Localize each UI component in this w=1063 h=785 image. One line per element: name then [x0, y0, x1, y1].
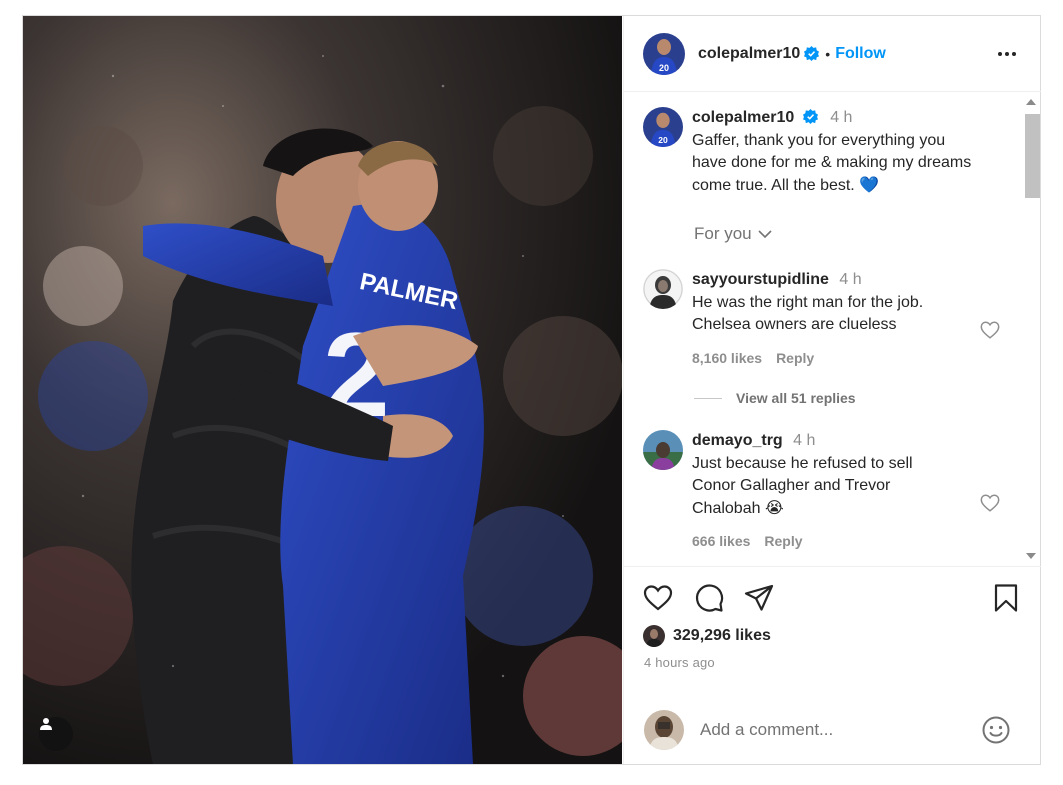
bookmark-icon[interactable] [990, 582, 1022, 614]
comment-input[interactable] [700, 719, 970, 740]
add-comment-bar [624, 695, 1041, 764]
caption-line: come true. All the best. 💙 [692, 176, 880, 194]
comment-text-line: He was the right man for the job. [692, 293, 924, 311]
user-tag-button[interactable] [39, 717, 73, 751]
comment-likes[interactable]: 666 likes [692, 530, 750, 553]
verified-icon [804, 46, 820, 61]
more-options-icon[interactable] [995, 42, 1019, 66]
svg-text:20: 20 [659, 63, 669, 73]
verified-icon [802, 109, 818, 124]
comments-list: 20 colepalmer10 4 h Gaffer, thank you fo… [624, 93, 1041, 566]
follow-button[interactable]: Follow [835, 45, 886, 63]
reply-button[interactable]: Reply [776, 347, 814, 370]
caption-time: 4 h [830, 109, 853, 126]
comment-item: demayo_trg 4 h Just because he refused t… [643, 430, 1003, 553]
commenter-avatar[interactable] [643, 430, 683, 470]
comment-text-line: Just because he refused to sell [692, 454, 913, 472]
post-timestamp: 4 hours ago [644, 655, 715, 670]
reply-button[interactable]: Reply [764, 530, 802, 553]
comment-likes[interactable]: 8,160 likes [692, 347, 762, 370]
comment-icon[interactable] [693, 582, 725, 614]
comment-text-line: Chelsea owners are clueless [692, 316, 897, 333]
comment-text-line: Chalobah 😭 [692, 499, 784, 517]
caption-username[interactable]: colepalmer10 [692, 109, 794, 126]
author-username[interactable]: colepalmer10 [698, 45, 800, 63]
likes-count: 329,296 likes [673, 627, 771, 644]
heart-icon[interactable] [642, 582, 674, 614]
author-avatar[interactable]: 20 [643, 32, 685, 75]
liker-avatar[interactable] [643, 625, 665, 647]
commenter-username[interactable]: sayyourstupidline [692, 271, 829, 288]
caption: 20 colepalmer10 4 h Gaffer, thank you fo… [643, 107, 1003, 197]
comment-time: 4 h [793, 432, 816, 449]
caption-avatar[interactable]: 20 [643, 107, 683, 147]
comments-scrollbar[interactable] [1022, 95, 1040, 563]
scroll-thumb[interactable] [1025, 114, 1040, 198]
divider [694, 397, 722, 399]
commenter-username[interactable]: demayo_trg [692, 432, 783, 449]
post-header: 20 colepalmer10 • Follow [624, 16, 1041, 92]
photo-illustration: PALMER 2 [23, 16, 622, 764]
chevron-down-icon [758, 230, 772, 239]
heart-icon[interactable] [979, 492, 1001, 514]
caption-line: Gaffer, thank you for everything you [692, 131, 946, 149]
comment-item: sayyourstupidline 4 h He was the right m… [643, 269, 1003, 369]
scroll-up-arrow[interactable] [1026, 99, 1036, 105]
comment-sort-dropdown[interactable]: For you [694, 224, 773, 244]
share-icon[interactable] [743, 582, 775, 614]
commenter-avatar[interactable] [643, 269, 683, 309]
viewer-avatar [644, 709, 684, 750]
comment-time: 4 h [839, 271, 862, 288]
heart-icon[interactable] [979, 319, 1001, 341]
post-side-panel: 20 colepalmer10 • Follow 20 colepalmer10… [623, 16, 1041, 764]
user-tag-icon [40, 718, 52, 730]
separator-dot: • [825, 45, 831, 62]
emoji-icon[interactable] [981, 715, 1011, 745]
comment-text-line: Conor Gallagher and Trevor [692, 477, 891, 494]
view-replies-label: View all 51 replies [736, 390, 856, 406]
caption-line: have done for me & making my dreams [692, 154, 972, 171]
view-replies-link[interactable]: View all 51 replies [694, 390, 856, 406]
svg-text:20: 20 [658, 135, 668, 145]
post-dialog: PALMER 2 20 colepalmer10 • Follow 20 col… [22, 15, 1041, 765]
likes-summary[interactable]: 329,296 likes [643, 625, 771, 647]
scroll-down-arrow[interactable] [1026, 553, 1036, 559]
post-action-bar: 329,296 likes 4 hours ago [624, 566, 1041, 694]
post-photo: PALMER 2 [23, 16, 622, 764]
comment-sort-label: For you [694, 224, 752, 243]
